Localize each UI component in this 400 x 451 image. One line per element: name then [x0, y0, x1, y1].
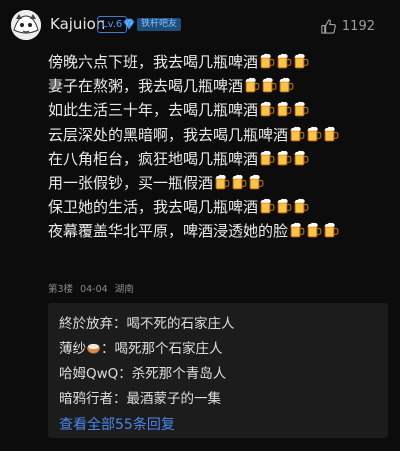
post-body: 傍晚六点下班，我去喝几瓶啤酒 妻子在熬粥，我去喝几瓶啤酒 如此生活三十年，去喝几瓶啤… [48, 50, 388, 244]
floor-number: 第3楼 [48, 284, 74, 295]
post-line-text: 傍晚六点下班，我去喝几瓶啤酒 [48, 53, 259, 71]
fan-badge-label: 铁杆吧友 [137, 17, 182, 31]
reply-text: ：喝不死的石家庄人 [113, 316, 235, 332]
post-line-text: 如此生活三十年，去喝几瓶啤酒 [48, 101, 259, 120]
reply-text: ：喝死那个石家庄人 [101, 341, 223, 357]
reply-item[interactable]: 哈姆QwQ：杀死那个青岛人 [59, 362, 226, 382]
beer-mug-icon [306, 222, 322, 238]
post-line: 夜幕覆盖华北平原，啤酒浸透她的脸 [48, 219, 388, 243]
like-count: 1192 [341, 19, 375, 34]
post-line: 用一张假钞，买一瓶假酒 [48, 171, 388, 195]
post-line-text: 云层深处的黑暗啊，我去喝几瓶啤酒 [48, 125, 289, 144]
beer-mug-icon [276, 150, 292, 166]
post-line: 云层深处的黑暗啊，我去喝几瓶啤酒 [48, 123, 388, 147]
reply-author[interactable]: 薄纱 [59, 341, 86, 357]
post-line-text: 在八角柜台，疯狂地喝几瓶啤酒 [48, 149, 259, 168]
reply-author[interactable]: 哈姆QwQ [59, 366, 118, 382]
post-date: 04-04 [80, 284, 108, 295]
beer-mug-icon [214, 174, 230, 190]
like-button[interactable]: 1192 [320, 18, 375, 35]
beer-mug-icon [323, 126, 339, 142]
thumbs-up-icon [321, 19, 336, 34]
reply-panel: 終於放弃：喝不死的石家庄人 薄纱 ：喝死那个石家庄人 哈姆QwQ：杀死那个青岛人… [48, 303, 388, 438]
beer-mug-icon [293, 198, 309, 214]
reply-item[interactable]: 暗鸦行者：最酒蒙子的一集 [59, 387, 221, 407]
avatar[interactable] [11, 10, 41, 40]
post-line-text: 保卫她的生活，我去喝几瓶啤酒 [48, 198, 259, 217]
beer-mug-icon [276, 198, 292, 214]
post-meta: 第3楼 04-04 湖南 [48, 281, 138, 295]
beer-mug-icon [276, 53, 292, 69]
post-line: 如此生活三十年，去喝几瓶啤酒 [48, 98, 388, 122]
beer-mug-icon [306, 126, 322, 142]
reply-text: ：最酒蒙子的一集 [113, 391, 221, 407]
beer-mug-icon [259, 101, 275, 117]
rice-bowl-icon [86, 343, 101, 354]
post-line: 妻子在熬粥，我去喝几瓶啤酒 [48, 74, 388, 98]
beer-mug-icon [259, 53, 275, 69]
beer-mug-icon [248, 174, 264, 190]
view-all-replies-link[interactable]: 查看全部55条回复 [59, 414, 175, 434]
reply-text: ：杀死那个青岛人 [118, 366, 227, 382]
post-line: 傍晚六点下班，我去喝几瓶啤酒 [48, 50, 388, 74]
post-header: Kajuion Lv.6 铁杆吧友 1192 [0, 0, 400, 52]
beer-mug-icon [261, 77, 277, 93]
reply-author[interactable]: 終於放弃 [59, 316, 113, 332]
beer-mug-icon [293, 101, 309, 117]
post-line-text: 妻子在熬粥，我去喝几瓶啤酒 [48, 77, 244, 96]
beer-mug-icon [289, 222, 305, 238]
beer-mug-icon [259, 198, 275, 214]
beer-mug-icon [289, 126, 305, 142]
diamond-gem-icon [123, 18, 135, 30]
beer-mug-icon [293, 53, 309, 69]
beer-mug-icon [278, 77, 294, 93]
post-line-text: 用一张假钞，买一瓶假酒 [48, 173, 214, 192]
beer-mug-icon [276, 101, 292, 117]
reply-item[interactable]: 薄纱 ：喝死那个石家庄人 [59, 337, 223, 357]
fan-badge: 铁杆吧友 [122, 16, 182, 32]
beer-mug-icon [259, 150, 275, 166]
beer-mug-icon [244, 77, 260, 93]
reply-author[interactable]: 暗鸦行者 [59, 391, 113, 407]
post-line: 在八角柜台，疯狂地喝几瓶啤酒 [48, 147, 388, 171]
post-line: 保卫她的生活，我去喝几瓶啤酒 [48, 195, 388, 219]
beer-mug-icon [231, 174, 247, 190]
beer-mug-icon [323, 222, 339, 238]
post-location: 湖南 [114, 284, 134, 295]
post-line-text: 夜幕覆盖华北平原，啤酒浸透她的脸 [48, 222, 289, 241]
beer-mug-icon [293, 150, 309, 166]
reply-item[interactable]: 終於放弃：喝不死的石家庄人 [59, 312, 235, 332]
